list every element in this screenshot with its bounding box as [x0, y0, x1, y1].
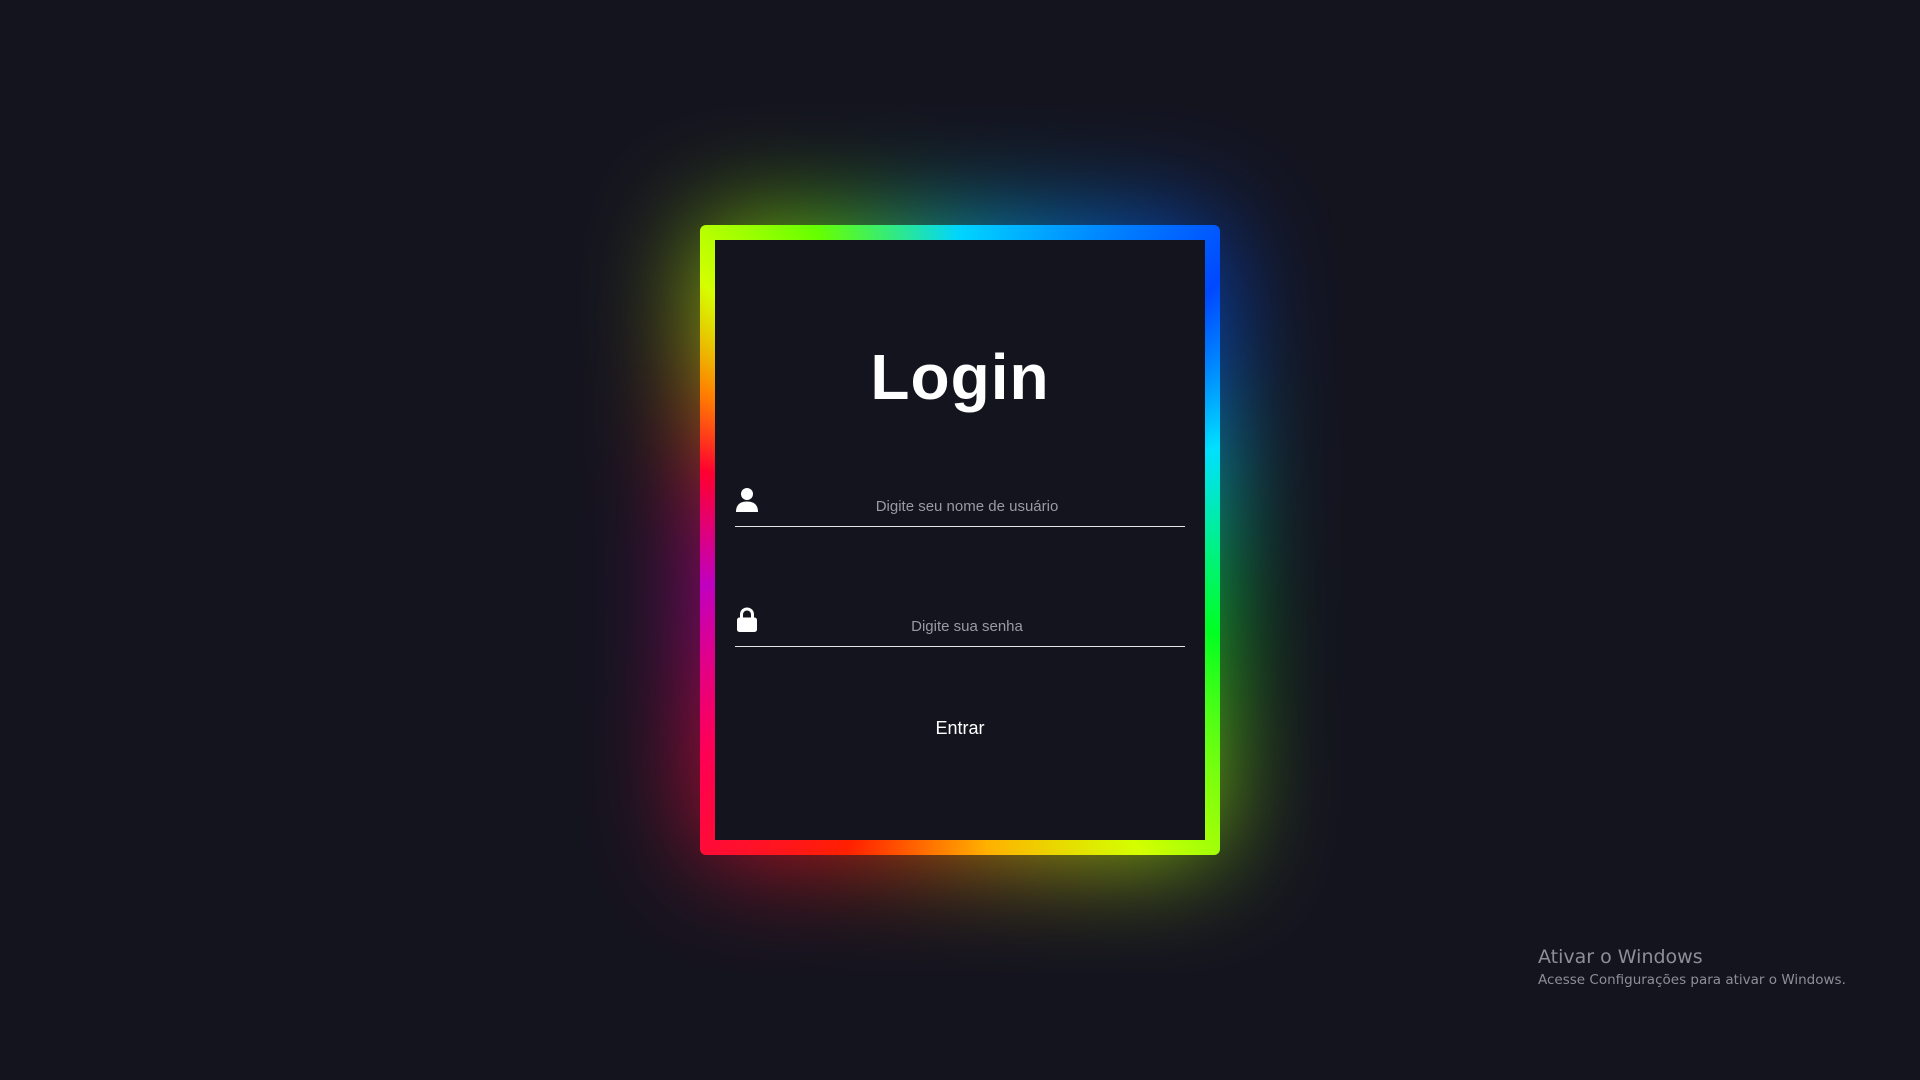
login-panel: Login Entrar: [715, 240, 1205, 840]
watermark-subtitle: Acesse Configurações para ativar o Windo…: [1538, 972, 1846, 988]
windows-activation-watermark: Ativar o Windows Acesse Configurações pa…: [1538, 944, 1846, 990]
password-input[interactable]: [765, 610, 1169, 642]
password-field: [735, 602, 1185, 647]
username-field: [735, 482, 1185, 527]
login-page: Login Entrar Ativar o Windows Acesse: [0, 0, 1920, 1080]
lock-icon: [735, 606, 759, 634]
watermark-title: Ativar o Windows: [1538, 946, 1703, 968]
login-submit-button[interactable]: Entrar: [885, 710, 1035, 746]
user-icon: [735, 486, 759, 514]
username-input[interactable]: [765, 490, 1169, 522]
login-title: Login: [870, 341, 1050, 413]
